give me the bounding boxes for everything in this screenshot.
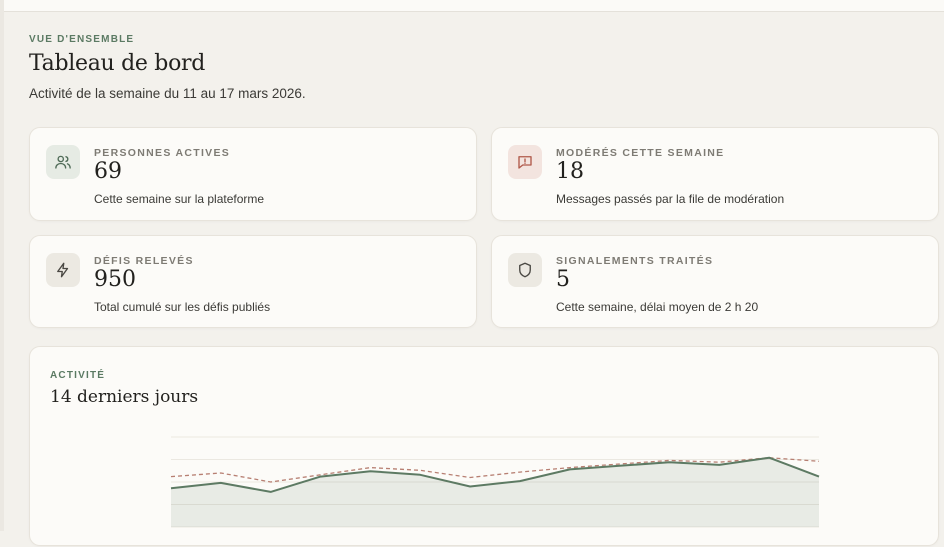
stat-label: PERSONNES ACTIVES (94, 147, 230, 159)
activity-chart-card: ACTIVITÉ 14 derniers jours (29, 346, 939, 546)
stat-value: 69 (94, 159, 122, 184)
stat-description: Total cumulé sur les défis publiés (94, 300, 270, 314)
stat-value: 950 (94, 267, 136, 292)
stat-label: SIGNALEMENTS TRAITÉS (556, 255, 713, 267)
stat-value: 5 (556, 267, 570, 292)
overview-header: VUE D'ENSEMBLE Tableau de bord Activité … (29, 34, 306, 101)
message-alert-icon (508, 145, 542, 179)
stat-description: Cette semaine, délai moyen de 2 h 20 (556, 300, 758, 314)
top-bar (0, 0, 944, 12)
page-title: Tableau de bord (29, 51, 306, 76)
stat-description: Cette semaine sur la plateforme (94, 192, 264, 206)
shield-icon (508, 253, 542, 287)
stat-label: MODÉRÉS CETTE SEMAINE (556, 147, 724, 159)
stat-card-challenges: DÉFIS RELEVÉS 950 Total cumulé sur les d… (29, 235, 477, 328)
page-subtitle: Activité de la semaine du 11 au 17 mars … (29, 86, 306, 101)
sidebar-edge (0, 0, 4, 531)
stat-value: 18 (556, 159, 584, 184)
section-eyebrow: VUE D'ENSEMBLE (29, 34, 306, 45)
lightning-icon (46, 253, 80, 287)
stat-card-active-people: PERSONNES ACTIVES 69 Cette semaine sur l… (29, 127, 477, 221)
stat-description: Messages passés par la file de modératio… (556, 192, 784, 206)
stat-card-reports: SIGNALEMENTS TRAITÉS 5 Cette semaine, dé… (491, 235, 939, 328)
activity-line-chart (30, 347, 940, 547)
stat-card-moderated: MODÉRÉS CETTE SEMAINE 18 Messages passés… (491, 127, 939, 221)
users-icon (46, 145, 80, 179)
stat-label: DÉFIS RELEVÉS (94, 255, 194, 267)
